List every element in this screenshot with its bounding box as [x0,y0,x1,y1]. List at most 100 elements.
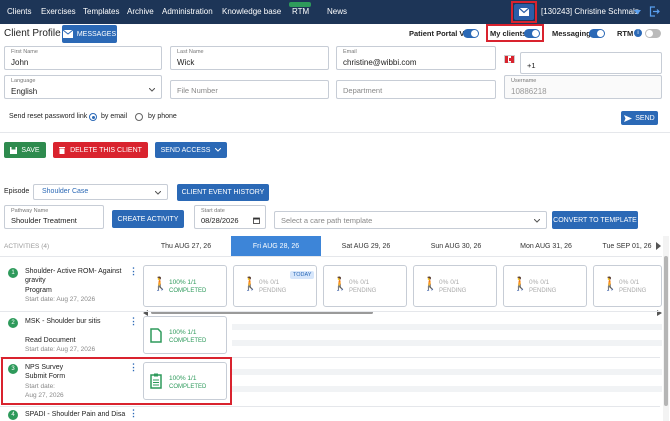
language-select[interactable]: Language English [4,75,162,99]
nav-knowledge-base[interactable]: Knowledge base [222,7,281,16]
episode-value: Shoulder Case [42,188,89,195]
create-activity-label: CREATE ACTIVITY [117,215,179,223]
nav-rtm[interactable]: RTM [292,7,309,16]
by-email-radio[interactable] [89,113,97,121]
activity-card[interactable]: 100% 1/1 COMPLETED [143,316,227,354]
activity-number: 2 [8,318,18,328]
activity-title[interactable]: Shoulder- Active ROM- Against gravity [25,267,125,285]
first-name-value: John [11,58,29,67]
activity-title[interactable]: SPADI - Shoulder Pain and Disa [25,410,135,419]
language-label: Language [11,78,36,84]
row-divider [0,311,660,312]
nav-exercises[interactable]: Exercises [41,7,76,16]
activity-card[interactable]: 🚶 0% 0/1 PENDING [413,265,497,307]
patient-portal-toggle[interactable] [463,29,479,38]
start-date-field[interactable]: Start date 08/28/2026 [194,205,266,229]
vertical-scrollbar[interactable] [663,236,669,421]
create-activity-button[interactable]: CREATE ACTIVITY [112,210,184,228]
card-progress: 0% 0/1 [259,279,280,286]
messages-button[interactable]: MESSAGES [62,25,117,43]
save-label: SAVE [21,146,40,154]
today-badge: TODAY [290,271,315,279]
activity-card[interactable]: 🚶 100% 1/1 COMPLETED [143,265,227,307]
save-button[interactable]: SAVE [4,142,46,158]
send-access-button[interactable]: SEND ACCESS [155,142,227,158]
send-access-label: SEND ACCESS [160,146,211,154]
episode-label: Episode [4,188,30,195]
username-label: Username [511,78,537,84]
timeline-row-band [232,340,662,346]
nav-news[interactable]: News [327,7,347,16]
client-event-history-button[interactable]: CLIENT EVENT HISTORY [177,184,269,201]
toggle-label-rtm: RTM [617,29,634,38]
department-field[interactable]: Department [336,80,496,99]
walking-person-icon: 🚶 [512,276,529,291]
messaging-toggle[interactable] [589,29,605,38]
activity-card[interactable]: 🚶 0% 0/1 PENDING [593,265,662,307]
send-reset-button[interactable]: SEND [621,111,658,125]
pathway-name-field[interactable]: Pathway Name Shoulder Treatment [4,205,104,229]
pathway-name-label: Pathway Name [11,208,49,214]
day-header: Sat AUG 29, 26 [341,242,391,250]
logout-icon[interactable] [649,6,660,17]
canada-flag-icon[interactable] [504,55,515,63]
calendar-icon[interactable] [253,217,260,224]
day-header-today: Fri AUG 28, 26 [252,242,300,250]
client-event-history-label: CLIENT EVENT HISTORY [181,189,265,196]
document-icon [150,328,162,343]
card-status: PENDING [619,288,647,294]
info-icon[interactable]: i [634,29,642,37]
start-date-label: Start date [201,208,225,214]
email-value: christine@wibbi.com [343,58,417,67]
by-phone-radio[interactable] [135,113,143,121]
activity-card[interactable]: TODAY 🚶 0% 0/1 PENDING [233,265,317,307]
card-status: COMPLETED [169,338,207,344]
last-name-field[interactable]: Last Name Wick [170,46,329,70]
activity-card[interactable]: 🚶 0% 0/1 PENDING [503,265,587,307]
card-status: PENDING [529,288,557,294]
nav-administration[interactable]: Administration [162,7,213,16]
day-header: Tue SEP 01, 26 [602,242,652,250]
episode-select[interactable]: Shoulder Case [33,184,168,200]
department-placeholder: Department [343,86,383,95]
chevron-down-icon [155,191,161,195]
nav-templates[interactable]: Templates [83,7,119,16]
timeline-row-band [232,324,662,330]
activity-menu-icon[interactable]: ⋮ [129,408,138,419]
card-status: PENDING [259,288,287,294]
timeline-row-band [232,386,662,392]
delete-client-button[interactable]: DELETE THIS CLIENT [53,142,148,158]
first-name-label: First Name [11,49,38,55]
activity-title[interactable]: MSK - Shoulder bur sitis [25,317,125,326]
convert-to-template-button[interactable]: CONVERT TO TEMPLATE [552,211,638,229]
first-name-field[interactable]: First Name John [4,46,162,70]
divider [0,132,670,133]
convert-to-template-label: CONVERT TO TEMPLATE [553,216,637,224]
user-name[interactable]: [130243] Christine Schmalz [541,7,639,16]
activity-card[interactable]: 🚶 0% 0/1 PENDING [323,265,407,307]
card-status: PENDING [349,288,377,294]
nav-clients[interactable]: Clients [7,7,31,16]
card-progress: 0% 0/1 [439,279,460,286]
chevron-right-icon[interactable] [656,242,662,250]
nav-archive[interactable]: Archive [127,7,154,16]
phone-field[interactable]: +1 [520,52,662,74]
email-field[interactable]: Email christine@wibbi.com [336,46,496,70]
walking-person-icon: 🚶 [242,276,259,291]
email-label: Email [343,49,357,55]
activity-menu-icon[interactable]: ⋮ [129,266,138,277]
toggle-label-portal: Patient Portal V2 [409,29,469,38]
walking-person-icon: 🚶 [422,276,439,291]
activity-menu-icon[interactable]: ⋮ [129,316,138,327]
caret-down-icon[interactable] [634,10,641,15]
username-field: Username 10886218 [504,75,662,99]
activity-number: 1 [8,268,18,278]
day-header: Sun AUG 30, 26 [430,242,482,250]
care-path-template-select[interactable]: Select a care path template [274,211,547,229]
last-name-value: Wick [177,58,195,67]
scrollbar-thumb[interactable] [664,256,668,406]
file-number-field[interactable]: File Number [170,80,329,99]
activity-type: Read Document [25,337,76,344]
walking-person-icon: 🚶 [602,276,619,291]
rtm-toggle[interactable] [645,29,661,38]
